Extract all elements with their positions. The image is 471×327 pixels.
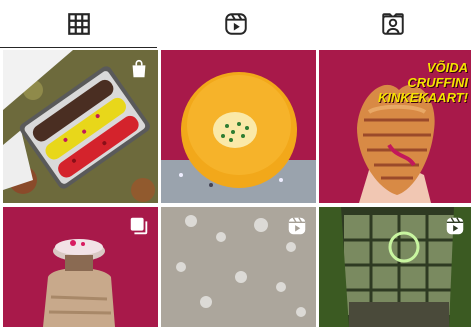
grid-icon (67, 13, 90, 35)
carousel-icon (130, 217, 148, 235)
caption-line: VÕIDA (426, 60, 468, 75)
tab-tagged[interactable] (314, 0, 471, 48)
post-window[interactable] (319, 207, 471, 327)
posts-grid: VÕIDA CRUFFINI KINKEKAART! (0, 50, 471, 327)
post-cake[interactable] (3, 207, 158, 327)
shopping-bag-icon (132, 59, 146, 78)
post-cruffin[interactable]: VÕIDA CRUFFINI KINKEKAART! (319, 50, 471, 203)
reels-icon (446, 217, 464, 235)
post-eclairs[interactable] (3, 50, 158, 203)
bun-image (161, 50, 316, 203)
tab-grid[interactable] (0, 0, 157, 48)
tagged-user-icon (381, 13, 404, 35)
caption-line: CRUFFINI (407, 75, 468, 90)
post-bun[interactable] (161, 50, 316, 203)
promo-caption: VÕIDA CRUFFINI KINKEKAART! (378, 60, 468, 105)
tab-reels[interactable] (157, 0, 314, 48)
post-flour[interactable] (161, 207, 316, 327)
reels-icon (224, 13, 247, 35)
profile-tabs (0, 0, 471, 48)
reels-icon (288, 217, 306, 235)
caption-line: KINKEKAART! (377, 90, 468, 105)
